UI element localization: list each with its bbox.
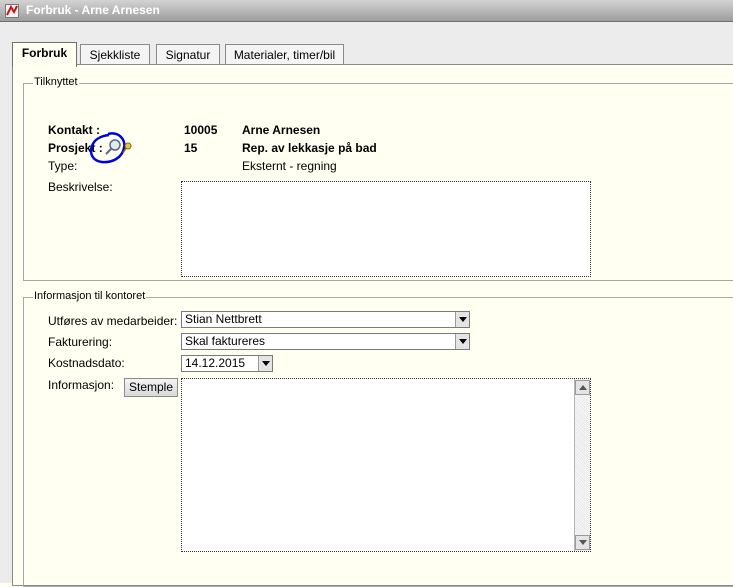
fakturering-value: Skal faktureres xyxy=(185,334,266,348)
tab-materialer[interactable]: Materialer, timer/bil xyxy=(225,44,344,66)
prosjekt-name: Rep. av lekkasje på bad xyxy=(242,141,377,155)
informasjon-label: Informasjon: xyxy=(48,378,115,392)
utfores-label: Utføres av medarbeider: xyxy=(48,314,178,328)
fakturering-select[interactable]: Skal faktureres xyxy=(181,333,470,350)
utfores-select[interactable]: Stian Nettbrett xyxy=(181,311,470,328)
tab-forbruk-label: Forbruk xyxy=(21,46,68,60)
magnifier-key-icon[interactable] xyxy=(88,130,138,166)
stemple-button[interactable]: Stemple xyxy=(124,378,178,397)
chevron-down-icon[interactable] xyxy=(258,356,272,371)
stemple-button-label: Stemple xyxy=(128,380,174,394)
group-informasjon-legend: Informasjon til kontoret xyxy=(33,290,147,302)
group-tilknyttet-legend: Tilknyttet xyxy=(33,76,79,88)
chevron-down-icon[interactable] xyxy=(455,334,469,349)
app-icon xyxy=(5,4,19,18)
tab-sjekkliste[interactable]: Sjekkliste xyxy=(80,44,150,66)
informasjon-textarea[interactable] xyxy=(181,378,591,552)
title-bar: Forbruk - Arne Arnesen xyxy=(0,0,733,22)
beskrivelse-label: Beskrivelse: xyxy=(48,180,113,194)
chevron-down-icon[interactable] xyxy=(455,312,469,327)
kontakt-number: 10005 xyxy=(184,123,218,137)
utfores-value: Stian Nettbrett xyxy=(185,312,262,326)
type-label: Type: xyxy=(48,159,78,173)
scroll-down-icon[interactable] xyxy=(575,535,590,550)
tab-sjekkliste-label: Sjekkliste xyxy=(89,48,141,62)
tab-materialer-label: Materialer, timer/bil xyxy=(233,48,336,62)
kostnadsdato-value: 14.12.2015 xyxy=(185,356,246,370)
scroll-up-icon[interactable] xyxy=(575,380,590,395)
type-value: Eksternt - regning xyxy=(242,159,337,173)
fakturering-label: Fakturering: xyxy=(48,335,113,349)
tab-signatur-label: Signatur xyxy=(165,48,211,62)
prosjekt-number: 15 xyxy=(184,141,198,155)
kostnadsdato-label: Kostnadsdato: xyxy=(48,356,125,370)
window-title: Forbruk - Arne Arnesen xyxy=(26,3,160,17)
kontakt-name: Arne Arnesen xyxy=(242,123,321,137)
tab-forbruk[interactable]: Forbruk xyxy=(12,42,77,67)
tab-signatur[interactable]: Signatur xyxy=(156,44,220,66)
beskrivelse-textarea[interactable] xyxy=(181,181,591,277)
informasjon-scrollbar[interactable] xyxy=(574,379,590,551)
kostnadsdato-picker[interactable]: 14.12.2015 xyxy=(181,355,273,372)
